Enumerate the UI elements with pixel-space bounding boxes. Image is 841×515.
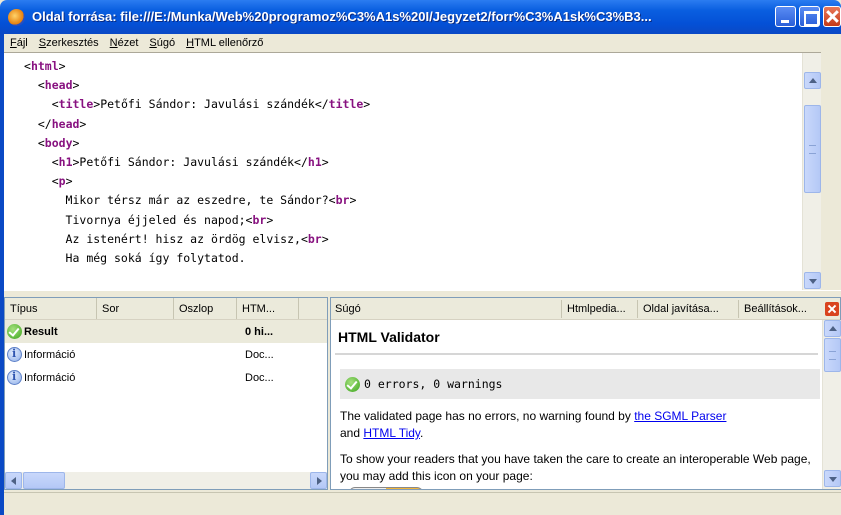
pane-splitter[interactable] [4, 290, 841, 296]
source-line: </head> [37, 116, 87, 131]
divider [335, 353, 818, 355]
sgml-parser-link[interactable]: the SGML Parser [634, 409, 726, 423]
message-text: . [420, 426, 424, 440]
menu-edit[interactable]: Szerkesztés [39, 37, 99, 49]
column-header-line[interactable]: Sor [97, 298, 174, 319]
window-title: Oldal forrása: file:///E:/Munka/Web%20pr… [32, 9, 652, 24]
html-tidy-link[interactable]: HTML Tidy [363, 426, 420, 440]
result-html: Doc... [245, 371, 274, 384]
source-line: <body> [37, 135, 80, 150]
message-text: and [340, 426, 364, 440]
close-button[interactable] [823, 6, 841, 27]
minimize-button[interactable] [775, 6, 796, 27]
settings-button[interactable]: Beállítások... [744, 303, 807, 315]
source-line: <title>Petőfi Sándor: Javulási szándék</… [51, 97, 371, 112]
source-line: <h1>Petőfi Sándor: Javulási szándék</h1> [51, 155, 329, 170]
results-horizontal-scrollbar[interactable] [5, 472, 327, 489]
check-icon [7, 324, 22, 339]
help-content: HTML Validator 0 errors, 0 warnings The … [331, 320, 822, 489]
info-icon [7, 347, 22, 362]
badge-message: To show your readers that you have taken… [340, 452, 811, 483]
toolbar-separator [637, 300, 638, 318]
scroll-up-button[interactable] [824, 320, 841, 337]
column-header-column[interactable]: Oszlop [174, 298, 237, 319]
menu-bar: Fájl Szerkesztés Nézet Súgó HTML ellenőr… [4, 34, 841, 52]
scroll-down-button[interactable] [804, 272, 821, 289]
column-header-html[interactable]: HTM... [237, 298, 299, 319]
menu-view[interactable]: Nézet [110, 37, 139, 49]
scroll-left-button[interactable] [5, 472, 22, 489]
scroll-thumb[interactable] [824, 338, 841, 372]
maximize-button[interactable] [799, 6, 820, 27]
scroll-down-button[interactable] [824, 470, 841, 487]
message-text: The validated page has no errors, no war… [340, 409, 635, 423]
source-line: <html> [24, 59, 66, 73]
fix-page-button[interactable]: Oldal javítása... [643, 303, 719, 315]
scroll-thumb[interactable] [804, 105, 821, 193]
htmlpedia-button[interactable]: Htmlpedia... [567, 303, 626, 315]
menu-html-validator[interactable]: HTML ellenőrző [186, 37, 263, 49]
source-line: Ha még soká így folytatod. [65, 251, 246, 266]
source-line: Tivornya éjjeled és napod;<br> [65, 212, 274, 227]
help-vertical-scrollbar[interactable] [822, 320, 841, 489]
help-heading: HTML Validator [338, 329, 440, 345]
toolbar-separator [738, 300, 739, 318]
help-tab-label: Súgó [335, 303, 361, 315]
result-type: Result [24, 325, 58, 338]
scroll-up-button[interactable] [804, 72, 821, 89]
result-row[interactable]: Információ Doc... [5, 366, 327, 389]
scroll-thumb[interactable] [23, 472, 65, 489]
source-vertical-scrollbar[interactable] [802, 53, 821, 290]
info-icon [7, 370, 22, 385]
status-text: 0 errors, 0 warnings [364, 377, 503, 391]
result-type: Információ [24, 348, 76, 361]
source-line: Az istenért! hisz az ördög elvisz,<br> [65, 231, 329, 246]
close-icon[interactable] [825, 302, 839, 316]
check-icon [345, 376, 360, 392]
result-html: Doc... [245, 348, 274, 361]
source-code[interactable]: <html> <head> <title>Petőfi Sándor: Javu… [4, 53, 821, 268]
column-header-type[interactable]: Típus [5, 298, 97, 319]
results-header: Típus Sor Oszlop HTM... [5, 298, 327, 320]
validation-status: 0 errors, 0 warnings [340, 369, 820, 399]
validation-results-list[interactable]: Típus Sor Oszlop HTM... Result 0 hi... I… [4, 297, 328, 490]
help-toolbar: Súgó Htmlpedia... Oldal javítása... Beál… [331, 298, 840, 320]
result-type: Információ [24, 371, 76, 384]
result-row[interactable]: Result 0 hi... [5, 320, 327, 343]
menu-file[interactable]: Fájl [10, 37, 28, 49]
result-html: 0 hi... [245, 325, 274, 338]
source-line: <p> [51, 174, 73, 189]
menu-help[interactable]: Súgó [149, 37, 175, 49]
validation-message: The validated page has no errors, no war… [340, 408, 818, 442]
toolbar-separator [561, 300, 562, 318]
help-pane: Súgó Htmlpedia... Oldal javítása... Beál… [330, 297, 841, 490]
source-view[interactable]: <html> <head> <title>Petőfi Sándor: Javu… [4, 52, 821, 290]
validator-badge-icon[interactable] [349, 487, 423, 489]
source-line: Mikor térsz már az eszedre, te Sándor?<b… [65, 193, 357, 208]
result-row[interactable]: Információ Doc... [5, 343, 327, 366]
status-bar [4, 492, 841, 515]
source-line: <head> [37, 78, 80, 93]
title-bar[interactable]: Oldal forrása: file:///E:/Munka/Web%20pr… [0, 0, 841, 34]
scroll-right-button[interactable] [310, 472, 327, 489]
firefox-icon[interactable] [8, 9, 25, 26]
